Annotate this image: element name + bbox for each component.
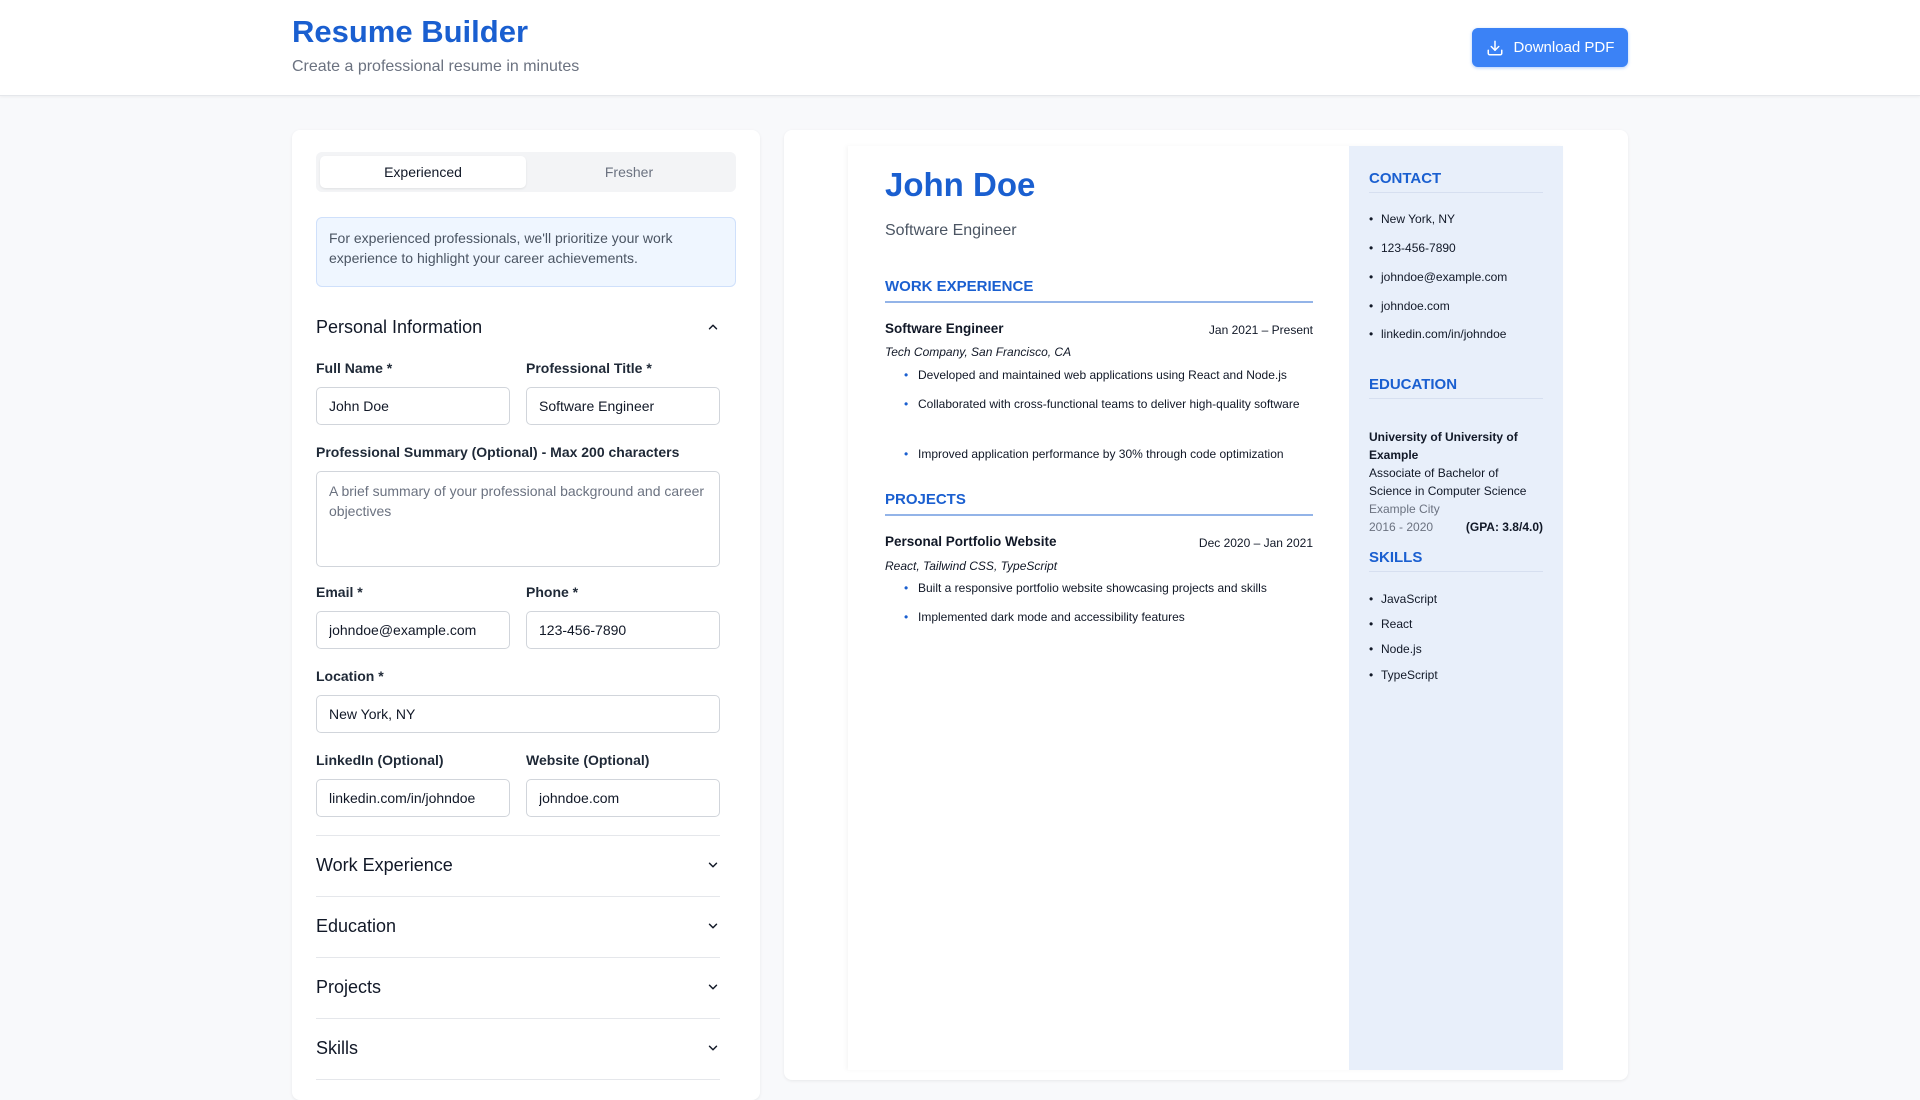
contact-item: • johndoe@example.com xyxy=(1369,270,1508,284)
editor-panel: Experienced Fresher For experienced prof… xyxy=(292,130,760,1100)
resume-name: John Doe xyxy=(885,166,1036,203)
location-label: Location * xyxy=(316,668,384,684)
education-university: University of University of Example xyxy=(1369,430,1518,462)
project-dates: Dec 2020 – Jan 2021 xyxy=(1198,536,1313,550)
work-company: Tech Company, San Francisco, CA xyxy=(885,345,1072,359)
summary-textarea[interactable] xyxy=(316,471,720,567)
website-label: Website (Optional) xyxy=(526,752,650,768)
linkedin-label: LinkedIn (Optional) xyxy=(316,752,444,768)
section-divider xyxy=(316,1018,720,1019)
section-divider xyxy=(316,896,720,897)
phone-label: Phone * xyxy=(526,584,579,600)
work-dates: Jan 2021 – Present xyxy=(1208,323,1313,337)
mode-fresher-tab[interactable]: Fresher xyxy=(526,156,732,188)
projects-section-header[interactable]: Projects xyxy=(316,973,720,1001)
chevron-down-icon xyxy=(708,923,718,929)
skills-heading: SKILLS xyxy=(1369,549,1543,572)
education-city: Example City xyxy=(1369,502,1440,516)
download-pdf-button[interactable]: Download PDF xyxy=(1472,28,1628,67)
preview-panel: John Doe Software Engineer WORK EXPERIEN… xyxy=(784,130,1628,1080)
project-name: Personal Portfolio Website xyxy=(885,534,1057,549)
app-title: Resume Builder xyxy=(292,14,529,49)
contact-heading: CONTACT xyxy=(1369,170,1543,193)
education-heading: EDUCATION xyxy=(1369,376,1543,399)
mode-info-box: For experienced professionals, we'll pri… xyxy=(316,217,736,287)
app-subtitle: Create a professional resume in minutes xyxy=(292,58,580,75)
phone-input[interactable] xyxy=(526,611,720,649)
professional-title-input[interactable] xyxy=(526,387,720,425)
email-label: Email * xyxy=(316,584,363,600)
chevron-down-icon xyxy=(708,862,718,868)
resume-sidebar: CONTACT • New York, NY • 123-456-7890 • joh… xyxy=(1349,146,1563,1070)
full-name-label: Full Name * xyxy=(316,360,393,376)
work-bullet: • Developed and maintained web applicatio… xyxy=(904,368,1287,382)
resume-page: John Doe Software Engineer WORK EXPERIEN… xyxy=(848,146,1563,1070)
skill-item: • Node.js xyxy=(1369,642,1422,656)
chevron-up-icon xyxy=(708,324,718,330)
mode-experienced-tab[interactable]: Experienced xyxy=(320,156,526,188)
contact-item: • linkedin.com/in/johndoe xyxy=(1369,327,1507,341)
work-bullet: • Collaborated with cross-functional team… xyxy=(904,397,1300,411)
app-header: Resume Builder Create a professional res… xyxy=(0,0,1920,96)
mode-toggle: Experienced Fresher xyxy=(316,152,736,192)
work-experience-section-title: Work Experience xyxy=(316,854,453,875)
linkedin-input[interactable] xyxy=(316,779,510,817)
email-input[interactable] xyxy=(316,611,510,649)
education-years: 2016 - 2020 xyxy=(1369,520,1434,534)
contact-item: • New York, NY xyxy=(1369,212,1456,226)
projects-section-title: Projects xyxy=(316,976,382,997)
work-experience-heading: WORK EXPERIENCE xyxy=(885,278,1313,303)
education-gpa: (GPA: 3.8/4.0) xyxy=(1465,520,1543,534)
project-bullet: • Built a responsive portfolio website sh… xyxy=(904,581,1267,595)
location-input[interactable] xyxy=(316,695,720,733)
contact-item: • johndoe.com xyxy=(1369,299,1450,313)
personal-info-section-title: Personal Information xyxy=(316,316,483,337)
skill-item: • React xyxy=(1369,617,1413,631)
education-years-row: 2016 - 2020 (GPA: 3.8/4.0) xyxy=(1369,518,1543,536)
download-icon xyxy=(1487,40,1503,55)
education-entry: University of University of Example Asso… xyxy=(1369,428,1543,536)
skills-section-title: Skills xyxy=(316,1037,359,1058)
website-input[interactable] xyxy=(526,779,720,817)
projects-heading: PROJECTS xyxy=(885,491,1313,516)
education-section-title: Education xyxy=(316,915,397,936)
skill-item: • TypeScript xyxy=(1369,668,1438,682)
summary-label: Professional Summary (Optional) - Max 20… xyxy=(316,444,680,460)
section-divider xyxy=(316,957,720,958)
education-section-header[interactable]: Education xyxy=(316,912,720,940)
full-name-input[interactable] xyxy=(316,387,510,425)
professional-title-label: Professional Title * xyxy=(526,360,652,376)
personal-info-section-header[interactable]: Personal Information xyxy=(316,313,720,341)
skills-section-header[interactable]: Skills xyxy=(316,1034,720,1062)
chevron-down-icon xyxy=(708,984,718,990)
work-bullet: • Improved application performance by 30%… xyxy=(904,447,1284,461)
skill-item: • JavaScript xyxy=(1369,592,1438,606)
education-degree: Associate of Bachelor of Science in Comp… xyxy=(1369,466,1527,498)
chevron-down-icon xyxy=(708,1045,718,1051)
project-bullet: • Implemented dark mode and accessibility… xyxy=(904,610,1185,624)
project-tech: React, Tailwind CSS, TypeScript xyxy=(885,559,1058,573)
contact-item: • 123-456-7890 xyxy=(1369,241,1456,255)
work-role: Software Engineer xyxy=(885,321,1004,336)
section-divider xyxy=(316,835,720,836)
resume-title: Software Engineer xyxy=(885,222,1017,239)
work-experience-section-header[interactable]: Work Experience xyxy=(316,851,720,879)
download-pdf-label: Download PDF xyxy=(1513,39,1615,56)
